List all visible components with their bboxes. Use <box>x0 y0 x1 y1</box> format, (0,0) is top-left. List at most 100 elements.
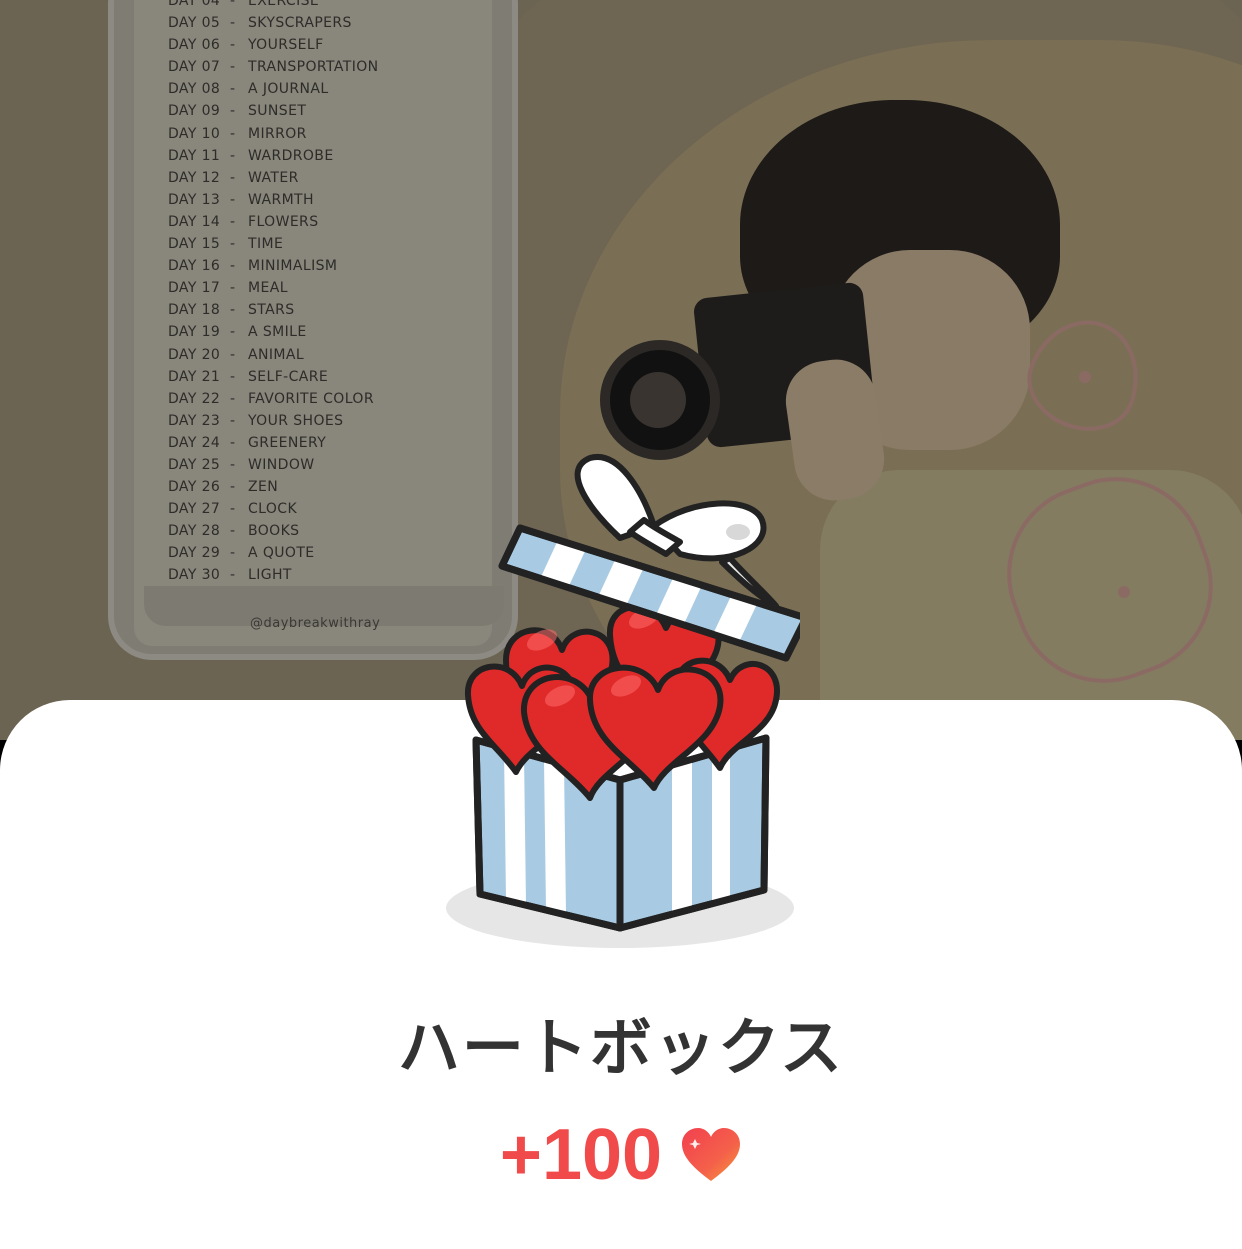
day-topic: LIGHT <box>248 567 292 584</box>
day-separator: - <box>230 479 236 496</box>
day-number: DAY 05 <box>168 15 221 32</box>
day-list-item: DAY 21- SELF-CARE <box>168 366 379 388</box>
reward-amount-row: +100 <box>0 1112 1242 1197</box>
day-list-item: DAY 14- FLOWERS <box>168 211 379 233</box>
day-topic: MIRROR <box>248 125 307 142</box>
day-separator: - <box>230 280 236 297</box>
day-list-item: DAY 24- GREENERY <box>168 432 379 454</box>
day-list-item: DAY 09- SUNSET <box>168 100 379 122</box>
day-separator: - <box>230 567 236 584</box>
day-list-item: DAY 16- MINIMALISM <box>168 255 379 277</box>
day-topic: EXERCISE <box>248 0 320 9</box>
day-list-item: DAY 04- EXERCISE <box>168 0 379 12</box>
day-separator: - <box>230 147 236 164</box>
day-number: DAY 29 <box>168 545 221 562</box>
day-separator: - <box>230 456 236 473</box>
day-list-item: DAY 15- TIME <box>168 233 379 255</box>
challenge-day-list: DAY 04- EXERCISE DAY 05- SKYSCRAPERS DAY 06-… <box>168 0 379 587</box>
day-topic: TIME <box>248 236 284 253</box>
day-separator: - <box>230 545 236 562</box>
day-separator: - <box>230 390 236 407</box>
day-number: DAY 22 <box>168 390 221 407</box>
day-separator: - <box>230 191 236 208</box>
day-list-item: DAY 27- CLOCK <box>168 498 379 520</box>
day-topic: MEAL <box>248 280 288 297</box>
day-separator: - <box>230 59 236 76</box>
heart-gift-box-icon <box>446 453 800 948</box>
day-separator: - <box>230 324 236 341</box>
day-topic: ZEN <box>248 479 279 496</box>
day-topic: A QUOTE <box>248 545 315 562</box>
day-number: DAY 12 <box>168 169 221 186</box>
day-topic: FAVORITE COLOR <box>248 390 374 407</box>
day-list-item: DAY 19- A SMILE <box>168 321 379 343</box>
day-topic: YOUR SHOES <box>248 412 344 429</box>
day-number: DAY 07 <box>168 59 221 76</box>
day-number: DAY 28 <box>168 523 221 540</box>
day-number: DAY 20 <box>168 346 221 363</box>
day-number: DAY 30 <box>168 567 221 584</box>
day-list-item: DAY 11- WARDROBE <box>168 145 379 167</box>
day-separator: - <box>230 213 236 230</box>
day-topic: FLOWERS <box>248 213 319 230</box>
day-separator: - <box>230 346 236 363</box>
day-list-item: DAY 10- MIRROR <box>168 123 379 145</box>
day-list-item: DAY 13- WARMTH <box>168 189 379 211</box>
day-separator: - <box>230 169 236 186</box>
flower-center <box>1118 586 1130 598</box>
day-list-item: DAY 30- LIGHT <box>168 564 379 586</box>
day-number: DAY 06 <box>168 37 221 54</box>
day-topic: YOURSELF <box>248 37 324 54</box>
day-list-item: DAY 06- YOURSELF <box>168 34 379 56</box>
day-number: DAY 13 <box>168 191 221 208</box>
day-list-item: DAY 20- ANIMAL <box>168 344 379 366</box>
day-topic: SUNSET <box>248 103 307 120</box>
day-separator: - <box>230 15 236 32</box>
day-topic: SKYSCRAPERS <box>248 15 352 32</box>
day-list-item: DAY 25- WINDOW <box>168 454 379 476</box>
day-topic: WATER <box>248 169 299 186</box>
day-number: DAY 09 <box>168 103 221 120</box>
reward-title: ハートボックス <box>397 1011 845 1084</box>
day-topic: ANIMAL <box>248 346 305 363</box>
day-separator: - <box>230 81 236 98</box>
day-list-item: DAY 08- A JOURNAL <box>168 78 379 100</box>
heart-icon <box>682 1127 741 1181</box>
day-number: DAY 04 <box>168 0 221 9</box>
camera-lens-glass <box>630 372 686 428</box>
day-number: DAY 18 <box>168 302 221 319</box>
day-topic: WARMTH <box>248 191 314 208</box>
day-list-item: DAY 17- MEAL <box>168 277 379 299</box>
day-list-item: DAY 26- ZEN <box>168 476 379 498</box>
day-topic: SELF-CARE <box>248 368 329 385</box>
day-number: DAY 10 <box>168 125 221 142</box>
day-list-item: DAY 12- WATER <box>168 167 379 189</box>
day-topic: TRANSPORTATION <box>248 59 379 76</box>
day-separator: - <box>230 236 236 253</box>
day-number: DAY 08 <box>168 81 221 98</box>
day-separator: - <box>230 37 236 54</box>
day-number: DAY 27 <box>168 501 221 518</box>
day-topic: GREENERY <box>248 434 327 451</box>
day-separator: - <box>230 258 236 275</box>
day-number: DAY 17 <box>168 280 221 297</box>
day-number: DAY 19 <box>168 324 221 341</box>
day-list-item: DAY 23- YOUR SHOES <box>168 410 379 432</box>
day-separator: - <box>230 302 236 319</box>
day-number: DAY 14 <box>168 213 221 230</box>
day-separator: - <box>230 0 236 9</box>
day-topic: A SMILE <box>248 324 307 341</box>
day-number: DAY 25 <box>168 456 221 473</box>
day-number: DAY 21 <box>168 368 221 385</box>
day-topic: MINIMALISM <box>248 258 338 275</box>
day-topic: WINDOW <box>248 456 315 473</box>
day-list-item: DAY 05- SKYSCRAPERS <box>168 12 379 34</box>
reward-amount: +100 <box>499 1114 663 1195</box>
day-topic: CLOCK <box>248 501 298 518</box>
day-separator: - <box>230 523 236 540</box>
day-topic: WARDROBE <box>248 147 334 164</box>
day-separator: - <box>230 103 236 120</box>
post-watermark: @daybreakwithray <box>250 616 381 631</box>
flower-center <box>1079 371 1091 383</box>
day-separator: - <box>230 412 236 429</box>
